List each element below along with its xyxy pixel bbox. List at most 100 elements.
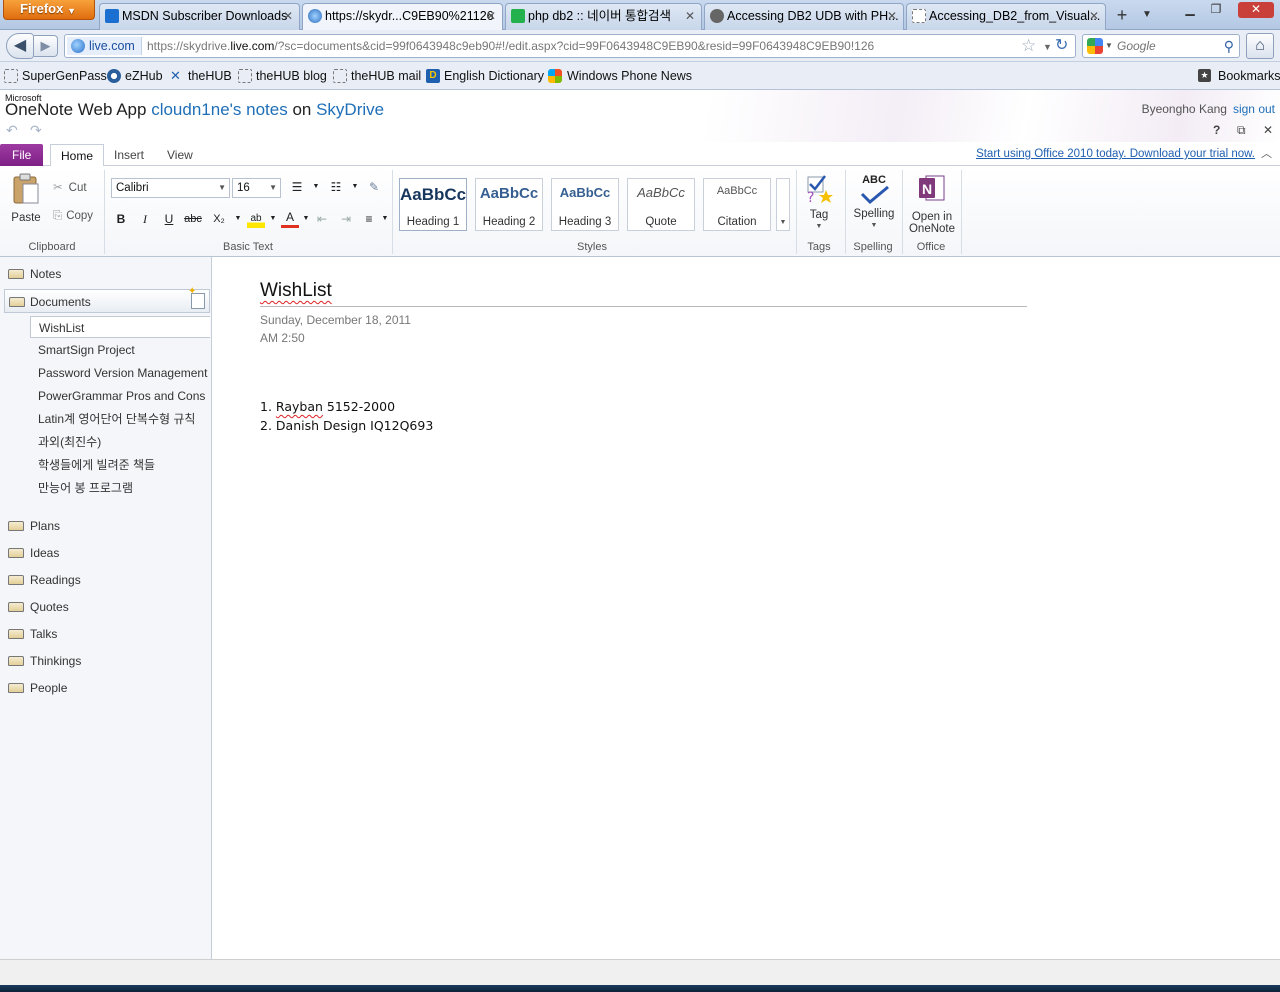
bookmark-thehub-mail[interactable]: theHUB mail (333, 62, 421, 90)
section-quotes[interactable]: Quotes (0, 595, 210, 619)
bookmark-thehub[interactable]: ✕ theHUB (170, 62, 232, 90)
paste-button[interactable]: Paste (8, 172, 44, 224)
list-item[interactable]: 2. Danish Design IQ12Q693 (260, 418, 433, 433)
page-password-version-management[interactable]: Password Version Management (30, 362, 210, 384)
back-arrow-icon[interactable]: ◀ (6, 33, 34, 59)
section-thinkings[interactable]: Thinkings (0, 649, 210, 673)
open-in-onenote-button[interactable]: N Open in OneNote (906, 172, 958, 235)
section-plans[interactable]: Plans (0, 514, 210, 538)
highlight-icon[interactable]: ab (247, 210, 265, 228)
popout-icon[interactable]: ⧉ (1237, 123, 1246, 138)
decrease-indent-icon[interactable]: ⇤ (313, 210, 331, 228)
style-citation[interactable]: AaBbCc Citation (703, 178, 771, 231)
font-size-select[interactable]: 16 ▼ (232, 178, 281, 198)
section-documents[interactable]: Documents (4, 287, 210, 313)
close-icon[interactable]: ✕ (887, 4, 897, 28)
browser-tab-msdn[interactable]: MSDN Subscriber Downloads ✕ (99, 3, 300, 30)
page-title[interactable]: WishList (260, 280, 332, 302)
subscript-chevron-icon[interactable]: ▼ (229, 210, 247, 228)
spelling-button[interactable]: ABC Spelling ▼ (850, 172, 898, 232)
browser-tab-db2-visual[interactable]: Accessing_DB2_from_Visual... ✕ (906, 3, 1106, 30)
page-wishlist[interactable]: WishList (30, 316, 210, 338)
section-notes[interactable]: Notes (0, 262, 210, 286)
strikethrough-icon[interactable]: abc (184, 210, 202, 228)
section-ideas[interactable]: Ideas (0, 541, 210, 565)
page-lent-books[interactable]: 학생들에게 빌려준 책들 (30, 454, 210, 476)
close-icon[interactable]: ✕ (283, 4, 293, 28)
browser-tab-db2-php[interactable]: Accessing DB2 UDB with PH... ✕ (704, 3, 904, 30)
office-trial-link[interactable]: Start using Office 2010 today. Download … (976, 148, 1255, 160)
page-canvas[interactable]: WishList Sunday, December 18, 2011 AM 2:… (213, 257, 1280, 959)
styles-more-button[interactable]: ▼ (776, 178, 790, 231)
redo-icon[interactable]: ↷ (30, 122, 42, 139)
style-heading-3[interactable]: AaBbCc Heading 3 (551, 178, 619, 231)
search-bar[interactable]: ▼ ⚲ (1082, 34, 1240, 58)
style-quote[interactable]: AaBbCc Quote (627, 178, 695, 231)
google-logo-icon[interactable] (1087, 38, 1103, 54)
site-identity-button[interactable]: live.com (67, 37, 142, 55)
page-program[interactable]: 만능어 봉 프로그램 (30, 477, 210, 499)
bold-icon[interactable]: B (112, 210, 130, 228)
url-bar[interactable]: live.com https://skydrive.live.com/?sc=d… (64, 34, 1076, 58)
bookmark-thehub-blog[interactable]: theHUB blog (238, 62, 327, 90)
highlight-chevron-icon[interactable]: ▼ (264, 210, 282, 228)
close-app-icon[interactable]: ✕ (1263, 123, 1273, 137)
subscript-icon[interactable]: X₂ (210, 210, 228, 228)
copy-button[interactable]: ⎘ Copy (53, 210, 93, 223)
bookmark-windows-phone-news[interactable]: Windows Phone News (548, 62, 692, 90)
increase-indent-icon[interactable]: ⇥ (337, 210, 355, 228)
close-window-icon[interactable]: ✕ (1238, 2, 1274, 18)
new-page-icon[interactable] (188, 287, 205, 309)
close-icon[interactable]: ✕ (685, 4, 695, 28)
clear-formatting-icon[interactable]: ✎ (365, 178, 383, 196)
numbering-icon[interactable]: ☷ (327, 178, 345, 196)
new-tab-button[interactable]: + (1109, 4, 1135, 28)
page-smartsign-project[interactable]: SmartSign Project (30, 339, 210, 361)
bookmarks-menu-button[interactable]: ★ Bookmarks (1198, 62, 1280, 90)
url-text[interactable]: https://skydrive.live.com/?sc=documents&… (147, 35, 874, 57)
style-heading-1[interactable]: AaBbCc Heading 1 (399, 178, 467, 231)
section-readings[interactable]: Readings (0, 568, 210, 592)
italic-icon[interactable]: I (136, 210, 154, 228)
reload-icon[interactable]: ↻ (1055, 36, 1068, 56)
close-icon[interactable]: ✕ (486, 4, 496, 28)
tab-file[interactable]: File (0, 144, 44, 167)
bookmark-star-icon[interactable]: ☆ (1021, 36, 1036, 56)
url-history-chevron-icon[interactable]: ▼ (1043, 37, 1052, 57)
browser-tab-naver[interactable]: php db2 :: 네이버 통합검색 ✕ (505, 3, 702, 30)
section-talks[interactable]: Talks (0, 622, 210, 646)
page-latin-plural-rules[interactable]: Latin계 영어단어 단복수형 규칙 (30, 408, 210, 430)
restore-icon[interactable]: ❐ (1204, 2, 1228, 18)
style-heading-2[interactable]: AaBbCc Heading 2 (475, 178, 543, 231)
page-tutoring[interactable]: 과외(최진수) (30, 431, 210, 453)
underline-icon[interactable]: U (160, 210, 178, 228)
numbering-chevron-icon[interactable]: ▼ (346, 178, 364, 196)
bookmark-supergenpass[interactable]: SuperGenPass (4, 62, 107, 90)
cut-button[interactable]: ✂ Cut (53, 180, 87, 194)
tab-list-chevron-icon[interactable]: ▼ (1138, 4, 1156, 28)
tab-insert[interactable]: Insert (104, 144, 154, 166)
tag-button[interactable]: ? Tag ▼ (800, 172, 838, 233)
undo-icon[interactable]: ↶ (6, 122, 18, 139)
sign-out-link[interactable]: sign out (1233, 102, 1275, 116)
bookmark-ezhub[interactable]: eZHub (107, 62, 163, 90)
tab-view[interactable]: View (157, 144, 203, 166)
page-powergrammar[interactable]: PowerGrammar Pros and Cons (30, 385, 210, 407)
section-people[interactable]: People (0, 676, 210, 700)
home-icon[interactable]: ⌂ (1246, 33, 1274, 59)
search-engine-chevron-icon[interactable]: ▼ (1105, 36, 1113, 56)
bullets-chevron-icon[interactable]: ▼ (307, 178, 325, 196)
help-icon[interactable]: ? (1213, 123, 1220, 137)
forward-arrow-icon[interactable]: ▶ (34, 35, 58, 57)
minimize-icon[interactable]: ▁ (1178, 2, 1202, 18)
bullets-icon[interactable]: ☰ (288, 178, 306, 196)
search-icon[interactable]: ⚲ (1224, 35, 1234, 57)
search-input[interactable] (1117, 35, 1217, 57)
bookmark-english-dictionary[interactable]: D English Dictionary (426, 62, 544, 90)
font-family-select[interactable]: Calibri ▼ (111, 178, 230, 198)
collapse-ribbon-icon[interactable]: ︿ (1261, 145, 1272, 161)
firefox-menu-button[interactable]: Firefox ▼ (3, 0, 95, 20)
skydrive-link[interactable]: SkyDrive (316, 100, 384, 119)
notebook-link[interactable]: cloudn1ne's notes (151, 100, 288, 119)
browser-tab-skydrive[interactable]: https://skydr...C9EB90%21126 ✕ (302, 3, 503, 31)
